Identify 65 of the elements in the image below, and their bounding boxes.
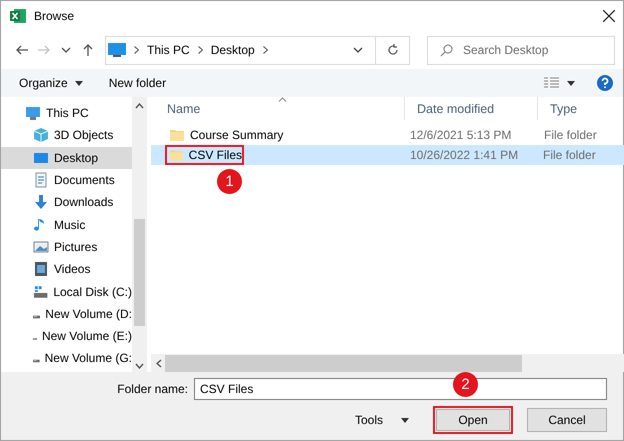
folder-icon [170,129,184,141]
document-icon [33,172,49,188]
view-options-icon[interactable] [544,77,559,89]
app-icon [10,8,26,24]
sidebar-item[interactable]: New Volume (D: [1,302,132,325]
sidebar-item[interactable]: Music [1,213,132,236]
breadcrumb[interactable]: This PC [147,43,190,57]
scrollbar[interactable] [151,354,624,372]
tools-button[interactable]: Tools [350,413,413,427]
step-badge: 2 [453,372,478,397]
column-header[interactable]: Date modified [405,97,538,120]
chevron-icon[interactable] [262,46,268,54]
window-title: Browse [34,9,74,23]
sidebar-item[interactable]: 3D Objects [1,124,132,147]
dialog-button[interactable]: Cancel [527,408,607,432]
sidebar-item[interactable]: New Volume (E:) [1,324,132,348]
column-header[interactable]: Type [538,97,624,120]
sidebar-item[interactable]: New Volume (G: [1,347,132,370]
up-arrow-icon[interactable] [81,43,95,57]
chevron-icon [134,46,139,54]
sidebar-item[interactable]: Documents [1,168,132,192]
address-bar[interactable]: This PC Desktop [105,36,410,64]
cube-icon [33,127,49,144]
field-label: Folder name: [117,382,188,396]
file-name: Course Summary [190,128,284,142]
scroll-down-icon[interactable] [135,363,144,369]
computer-icon [108,43,126,57]
caret-icon [74,80,83,86]
file-type: File folder [543,128,598,142]
scrollbar[interactable] [132,97,147,372]
file-row[interactable]: Course Summary 12/6/2021 5:13 PM File folder [151,125,624,145]
file-name: CSV Files [188,148,242,162]
down-arrow-icon [33,194,49,210]
sidebar-item[interactable]: Local Disk (C:) [1,280,132,303]
help-icon[interactable] [597,75,613,91]
folder-icon [170,149,183,161]
film-icon [33,261,49,278]
close-icon[interactable] [603,10,615,22]
file-type: File folder [542,148,597,162]
new-folder-button[interactable]: New folder [108,76,166,90]
search-field[interactable]: Search Desktop [427,36,615,64]
sort-indicator-icon [278,97,287,102]
refresh-icon[interactable] [386,44,398,56]
breadcrumb[interactable]: Desktop [210,43,255,57]
scroll-left-icon[interactable] [156,358,162,368]
sidebar-item[interactable]: Pictures [1,236,132,258]
search-icon [440,44,453,56]
column-header[interactable]: Name [151,97,405,120]
chevron-icon [198,46,203,54]
sidebar-item[interactable]: Downloads [1,191,132,214]
dropdown-chevron-icon[interactable] [353,47,363,53]
date-modified: 10/26/2022 1:41 PM [409,148,520,162]
computer-icon [25,105,41,122]
sidebar-item[interactable]: Desktop [1,146,132,169]
back-arrow-icon[interactable] [15,43,29,57]
scroll-up-icon[interactable] [135,103,144,109]
sidebar-item[interactable]: This PC [1,102,132,124]
picture-icon [33,238,49,255]
sidebar-item[interactable]: Videos [1,258,132,280]
caret-icon [567,80,575,86]
step-badge: 1 [217,169,242,194]
caret-icon [401,418,409,422]
organize-button[interactable]: Organize [19,76,83,90]
date-modified: 12/6/2021 5:13 PM [409,128,512,142]
drive-icon [33,284,48,300]
